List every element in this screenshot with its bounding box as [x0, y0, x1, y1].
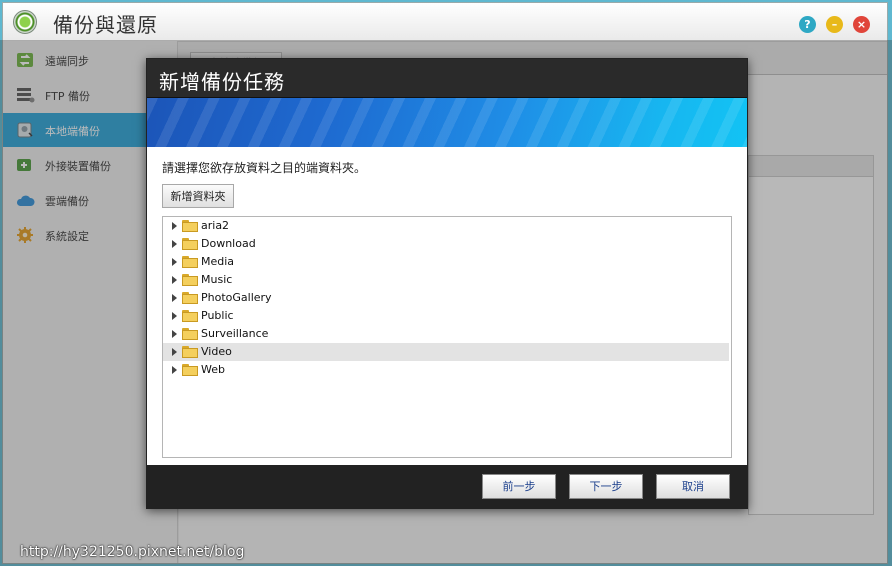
folder-name: PhotoGallery: [201, 291, 272, 304]
close-button[interactable]: ×: [853, 16, 870, 33]
back-button[interactable]: 前一步: [482, 474, 556, 499]
folder-icon: [182, 238, 198, 250]
expand-arrow-icon[interactable]: [172, 276, 177, 284]
tree-row-download[interactable]: Download: [163, 235, 729, 253]
folder-icon: [182, 220, 198, 232]
folder-name: Video: [201, 345, 232, 358]
next-button[interactable]: 下一步: [569, 474, 643, 499]
help-button[interactable]: ?: [799, 16, 816, 33]
folder-name: Media: [201, 255, 235, 268]
minimize-button[interactable]: –: [826, 16, 843, 33]
folder-icon: [182, 292, 198, 304]
app-title: 備份與還原: [53, 13, 158, 37]
new-backup-task-dialog: 新增備份任務 請選擇您欲存放資料之目的端資料夾。 新增資料夾 aria2 Dow…: [146, 58, 748, 509]
dialog-banner: [147, 98, 747, 147]
instruction-text: 請選擇您欲存放資料之目的端資料夾。: [162, 161, 367, 175]
expand-arrow-icon[interactable]: [172, 258, 177, 266]
tree-row-media[interactable]: Media: [163, 253, 729, 271]
app-logo-icon: [13, 10, 37, 34]
folder-name: Web: [201, 363, 225, 376]
folder-name: aria2: [201, 219, 230, 232]
tree-row-public[interactable]: Public: [163, 307, 729, 325]
folder-icon: [182, 274, 198, 286]
folder-icon: [182, 328, 198, 340]
expand-arrow-icon[interactable]: [172, 222, 177, 230]
folder-icon: [182, 346, 198, 358]
tree-row-music[interactable]: Music: [163, 271, 729, 289]
expand-arrow-icon[interactable]: [172, 330, 177, 338]
tree-row-web[interactable]: Web: [163, 361, 729, 379]
expand-arrow-icon[interactable]: [172, 240, 177, 248]
folder-name: Download: [201, 237, 256, 250]
tree-row-photogallery[interactable]: PhotoGallery: [163, 289, 729, 307]
expand-arrow-icon[interactable]: [172, 348, 177, 356]
folder-name: Music: [201, 273, 233, 286]
tree-row-video[interactable]: Video: [163, 343, 729, 361]
expand-arrow-icon[interactable]: [172, 294, 177, 302]
title-bar: 備份與還原 ? – ×: [3, 3, 887, 42]
expand-arrow-icon[interactable]: [172, 312, 177, 320]
folder-name: Surveillance: [201, 327, 269, 340]
watermark-text: http://hy321250.pixnet.net/blog: [20, 544, 245, 560]
tree-row-aria2[interactable]: aria2: [163, 217, 729, 235]
cancel-button[interactable]: 取消: [656, 474, 730, 499]
expand-arrow-icon[interactable]: [172, 366, 177, 374]
folder-icon: [182, 256, 198, 268]
dialog-header: 新增備份任務: [147, 59, 747, 98]
folder-icon: [182, 310, 198, 322]
folder-icon: [182, 364, 198, 376]
folder-name: Public: [201, 309, 234, 322]
dialog-title: 新增備份任務: [159, 70, 285, 94]
new-folder-button[interactable]: 新增資料夾: [162, 184, 234, 208]
folder-tree: aria2 Download Media Music PhotoGallery …: [162, 216, 732, 458]
tree-row-surveillance[interactable]: Surveillance: [163, 325, 729, 343]
dialog-footer: 前一步 下一步 取消: [147, 465, 747, 508]
